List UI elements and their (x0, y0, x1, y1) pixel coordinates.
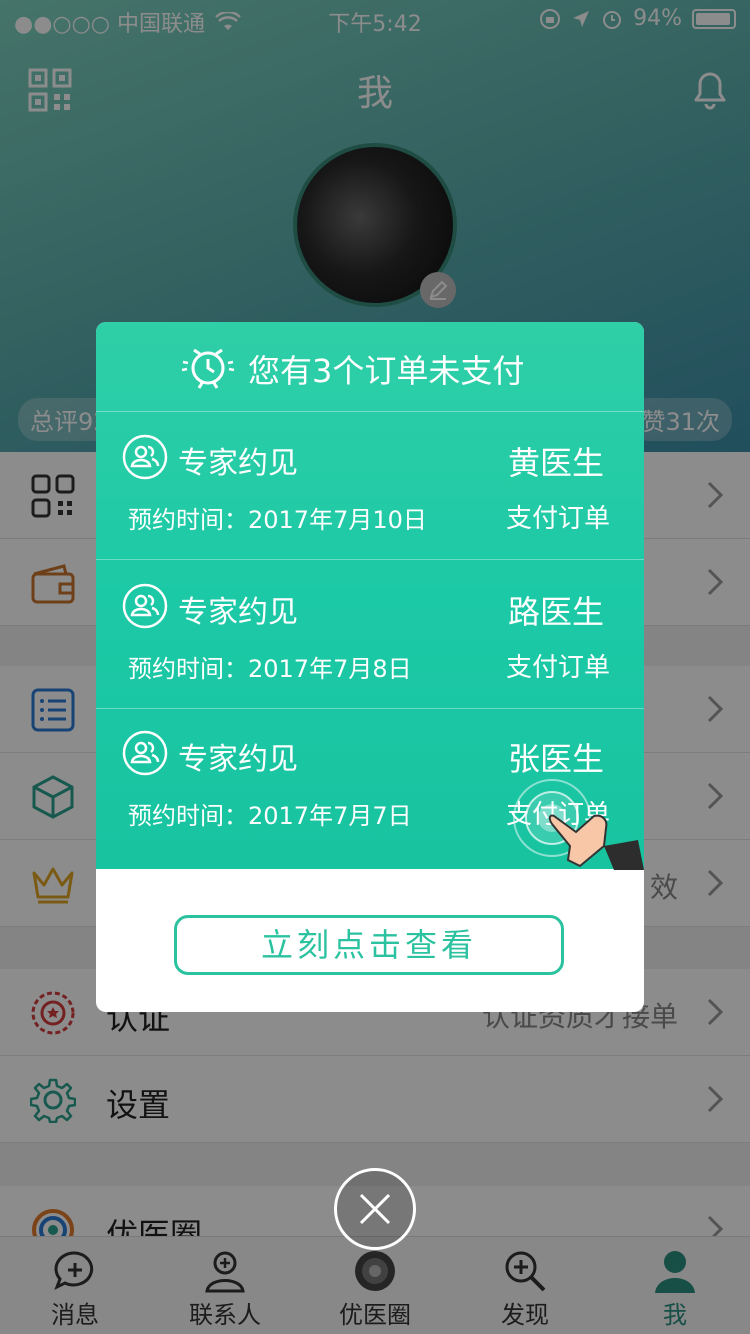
alarm-clock-icon (181, 348, 235, 389)
order-item[interactable]: 专家约见 黄医生 预约时间：2017年7月10日 支付订单 (96, 412, 644, 560)
order-type: 专家约见 (178, 446, 298, 481)
order-item[interactable]: 专家约见 路医生 预约时间：2017年7月8日 支付订单 (96, 561, 644, 709)
view-now-button[interactable]: 立刻点击查看 (174, 915, 564, 975)
close-icon (359, 1193, 391, 1225)
order-doctor: 黄医生 (507, 444, 604, 482)
order-doctor: 路医生 (507, 593, 604, 631)
dialog-title: 您有3个订单未支付 (248, 352, 525, 390)
user-group-icon (122, 434, 168, 480)
dialog-header: 您有3个订单未支付 (96, 322, 644, 412)
order-time: 预约时间：2017年7月7日 (128, 802, 412, 830)
order-type: 专家约见 (178, 742, 298, 777)
user-group-icon (122, 730, 168, 776)
order-type: 专家约见 (178, 595, 298, 630)
unpaid-orders-dialog: 您有3个订单未支付 专家约见 黄医生 预约时间：2017年7月10日 支付订单 … (96, 322, 644, 1012)
order-time: 预约时间：2017年7月8日 (128, 655, 412, 683)
pay-order-link[interactable]: 支付订单 (506, 498, 610, 535)
order-time: 预约时间：2017年7月10日 (128, 506, 427, 534)
tap-hand-icon (513, 779, 644, 870)
pay-order-link[interactable]: 支付订单 (506, 647, 610, 684)
close-dialog-button[interactable] (334, 1168, 416, 1250)
user-group-icon (122, 583, 168, 629)
